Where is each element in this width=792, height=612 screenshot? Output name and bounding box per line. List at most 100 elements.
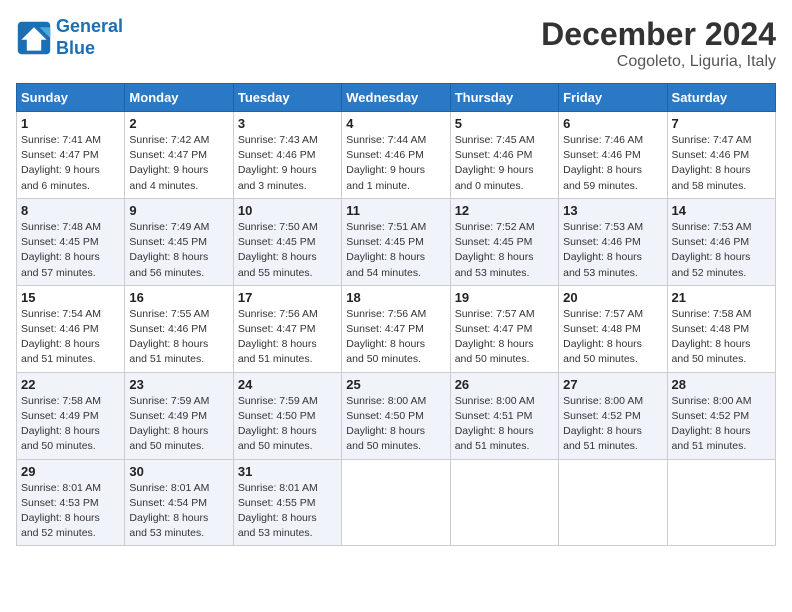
day-info: Sunrise: 8:00 AM Sunset: 4:51 PM Dayligh…: [455, 394, 554, 455]
calendar-cell: 4 Sunrise: 7:44 AM Sunset: 4:46 PM Daylig…: [342, 112, 450, 199]
calendar-cell: 30 Sunrise: 8:01 AM Sunset: 4:54 PM Dayli…: [125, 459, 233, 546]
day-info: Sunrise: 7:53 AM Sunset: 4:46 PM Dayligh…: [563, 220, 662, 281]
calendar-cell: 9 Sunrise: 7:49 AM Sunset: 4:45 PM Daylig…: [125, 198, 233, 285]
day-info: Sunrise: 7:56 AM Sunset: 4:47 PM Dayligh…: [238, 307, 337, 368]
calendar-week-row: 1 Sunrise: 7:41 AM Sunset: 4:47 PM Daylig…: [17, 112, 776, 199]
day-info: Sunrise: 7:48 AM Sunset: 4:45 PM Dayligh…: [21, 220, 120, 281]
day-number: 7: [672, 116, 771, 131]
day-number: 26: [455, 377, 554, 392]
day-number: 22: [21, 377, 120, 392]
day-number: 13: [563, 203, 662, 218]
day-number: 16: [129, 290, 228, 305]
calendar-week-row: 8 Sunrise: 7:48 AM Sunset: 4:45 PM Daylig…: [17, 198, 776, 285]
day-number: 12: [455, 203, 554, 218]
calendar-cell: 21 Sunrise: 7:58 AM Sunset: 4:48 PM Dayli…: [667, 285, 775, 372]
day-info: Sunrise: 8:00 AM Sunset: 4:50 PM Dayligh…: [346, 394, 445, 455]
calendar-cell: 19 Sunrise: 7:57 AM Sunset: 4:47 PM Dayli…: [450, 285, 558, 372]
calendar-cell: [559, 459, 667, 546]
calendar-cell: 12 Sunrise: 7:52 AM Sunset: 4:45 PM Dayli…: [450, 198, 558, 285]
day-number: 4: [346, 116, 445, 131]
calendar-cell: 8 Sunrise: 7:48 AM Sunset: 4:45 PM Daylig…: [17, 198, 125, 285]
weekday-header-saturday: Saturday: [667, 84, 775, 112]
month-title: December 2024: [541, 16, 776, 53]
calendar-cell: 22 Sunrise: 7:58 AM Sunset: 4:49 PM Dayli…: [17, 372, 125, 459]
day-info: Sunrise: 7:43 AM Sunset: 4:46 PM Dayligh…: [238, 133, 337, 194]
day-number: 20: [563, 290, 662, 305]
calendar-cell: 16 Sunrise: 7:55 AM Sunset: 4:46 PM Dayli…: [125, 285, 233, 372]
day-number: 1: [21, 116, 120, 131]
day-number: 19: [455, 290, 554, 305]
calendar-cell: 24 Sunrise: 7:59 AM Sunset: 4:50 PM Dayli…: [233, 372, 341, 459]
day-number: 31: [238, 464, 337, 479]
day-info: Sunrise: 7:58 AM Sunset: 4:48 PM Dayligh…: [672, 307, 771, 368]
day-info: Sunrise: 7:59 AM Sunset: 4:49 PM Dayligh…: [129, 394, 228, 455]
day-number: 17: [238, 290, 337, 305]
calendar-cell: 23 Sunrise: 7:59 AM Sunset: 4:49 PM Dayli…: [125, 372, 233, 459]
day-number: 14: [672, 203, 771, 218]
calendar-cell: 2 Sunrise: 7:42 AM Sunset: 4:47 PM Daylig…: [125, 112, 233, 199]
day-number: 18: [346, 290, 445, 305]
day-number: 24: [238, 377, 337, 392]
day-number: 21: [672, 290, 771, 305]
calendar-cell: 15 Sunrise: 7:54 AM Sunset: 4:46 PM Dayli…: [17, 285, 125, 372]
day-info: Sunrise: 7:49 AM Sunset: 4:45 PM Dayligh…: [129, 220, 228, 281]
day-info: Sunrise: 8:00 AM Sunset: 4:52 PM Dayligh…: [563, 394, 662, 455]
day-number: 8: [21, 203, 120, 218]
day-info: Sunrise: 7:57 AM Sunset: 4:47 PM Dayligh…: [455, 307, 554, 368]
calendar-cell: 13 Sunrise: 7:53 AM Sunset: 4:46 PM Dayli…: [559, 198, 667, 285]
calendar-week-row: 22 Sunrise: 7:58 AM Sunset: 4:49 PM Dayli…: [17, 372, 776, 459]
day-info: Sunrise: 7:50 AM Sunset: 4:45 PM Dayligh…: [238, 220, 337, 281]
calendar-cell: 1 Sunrise: 7:41 AM Sunset: 4:47 PM Daylig…: [17, 112, 125, 199]
day-number: 25: [346, 377, 445, 392]
weekday-header-sunday: Sunday: [17, 84, 125, 112]
day-info: Sunrise: 7:51 AM Sunset: 4:45 PM Dayligh…: [346, 220, 445, 281]
calendar-cell: 7 Sunrise: 7:47 AM Sunset: 4:46 PM Daylig…: [667, 112, 775, 199]
calendar-cell: 31 Sunrise: 8:01 AM Sunset: 4:55 PM Dayli…: [233, 459, 341, 546]
title-block: December 2024 Cogoleto, Liguria, Italy: [541, 16, 776, 71]
day-info: Sunrise: 8:01 AM Sunset: 4:55 PM Dayligh…: [238, 481, 337, 542]
day-number: 2: [129, 116, 228, 131]
calendar-cell: 18 Sunrise: 7:56 AM Sunset: 4:47 PM Dayli…: [342, 285, 450, 372]
day-number: 15: [21, 290, 120, 305]
weekday-header-tuesday: Tuesday: [233, 84, 341, 112]
calendar-cell: 6Sunrise: 7:46 AM Sunset: 4:46 PM Daylig…: [559, 112, 667, 199]
day-number: 6: [563, 116, 662, 131]
calendar-cell: 10Sunrise: 7:50 AM Sunset: 4:45 PM Dayli…: [233, 198, 341, 285]
day-number: 23: [129, 377, 228, 392]
day-number: 11: [346, 203, 445, 218]
day-number: 9: [129, 203, 228, 218]
day-info: Sunrise: 7:55 AM Sunset: 4:46 PM Dayligh…: [129, 307, 228, 368]
calendar-table: SundayMondayTuesdayWednesdayThursdayFrid…: [16, 83, 776, 546]
weekday-header-monday: Monday: [125, 84, 233, 112]
calendar-cell: 28Sunrise: 8:00 AM Sunset: 4:52 PM Dayli…: [667, 372, 775, 459]
day-info: Sunrise: 7:52 AM Sunset: 4:45 PM Dayligh…: [455, 220, 554, 281]
calendar-week-row: 15 Sunrise: 7:54 AM Sunset: 4:46 PM Dayli…: [17, 285, 776, 372]
day-info: Sunrise: 7:56 AM Sunset: 4:47 PM Dayligh…: [346, 307, 445, 368]
day-info: Sunrise: 7:44 AM Sunset: 4:46 PM Dayligh…: [346, 133, 445, 194]
day-number: 29: [21, 464, 120, 479]
calendar-cell: 29Sunrise: 8:01 AM Sunset: 4:53 PM Dayli…: [17, 459, 125, 546]
calendar-cell: 14 Sunrise: 7:53 AM Sunset: 4:46 PM Dayli…: [667, 198, 775, 285]
day-info: Sunrise: 7:59 AM Sunset: 4:50 PM Dayligh…: [238, 394, 337, 455]
day-info: Sunrise: 7:47 AM Sunset: 4:46 PM Dayligh…: [672, 133, 771, 194]
day-info: Sunrise: 8:01 AM Sunset: 4:54 PM Dayligh…: [129, 481, 228, 542]
location-title: Cogoleto, Liguria, Italy: [541, 53, 776, 71]
day-info: Sunrise: 7:42 AM Sunset: 4:47 PM Dayligh…: [129, 133, 228, 194]
day-info: Sunrise: 7:57 AM Sunset: 4:48 PM Dayligh…: [563, 307, 662, 368]
day-number: 30: [129, 464, 228, 479]
weekday-header-friday: Friday: [559, 84, 667, 112]
day-info: Sunrise: 7:45 AM Sunset: 4:46 PM Dayligh…: [455, 133, 554, 194]
page-header: General Blue December 2024 Cogoleto, Lig…: [16, 16, 776, 71]
calendar-cell: 17 Sunrise: 7:56 AM Sunset: 4:47 PM Dayli…: [233, 285, 341, 372]
day-number: 3: [238, 116, 337, 131]
day-info: Sunrise: 7:58 AM Sunset: 4:49 PM Dayligh…: [21, 394, 120, 455]
day-number: 5: [455, 116, 554, 131]
calendar-cell: 27 Sunrise: 8:00 AM Sunset: 4:52 PM Dayli…: [559, 372, 667, 459]
day-number: 27: [563, 377, 662, 392]
calendar-cell: 3 Sunrise: 7:43 AM Sunset: 4:46 PM Daylig…: [233, 112, 341, 199]
calendar-cell: 26 Sunrise: 8:00 AM Sunset: 4:51 PM Dayli…: [450, 372, 558, 459]
day-info: Sunrise: 7:41 AM Sunset: 4:47 PM Dayligh…: [21, 133, 120, 194]
day-info: Sunrise: 7:53 AM Sunset: 4:46 PM Dayligh…: [672, 220, 771, 281]
logo-line2: Blue: [56, 38, 95, 58]
day-info: Sunrise: 7:54 AM Sunset: 4:46 PM Dayligh…: [21, 307, 120, 368]
